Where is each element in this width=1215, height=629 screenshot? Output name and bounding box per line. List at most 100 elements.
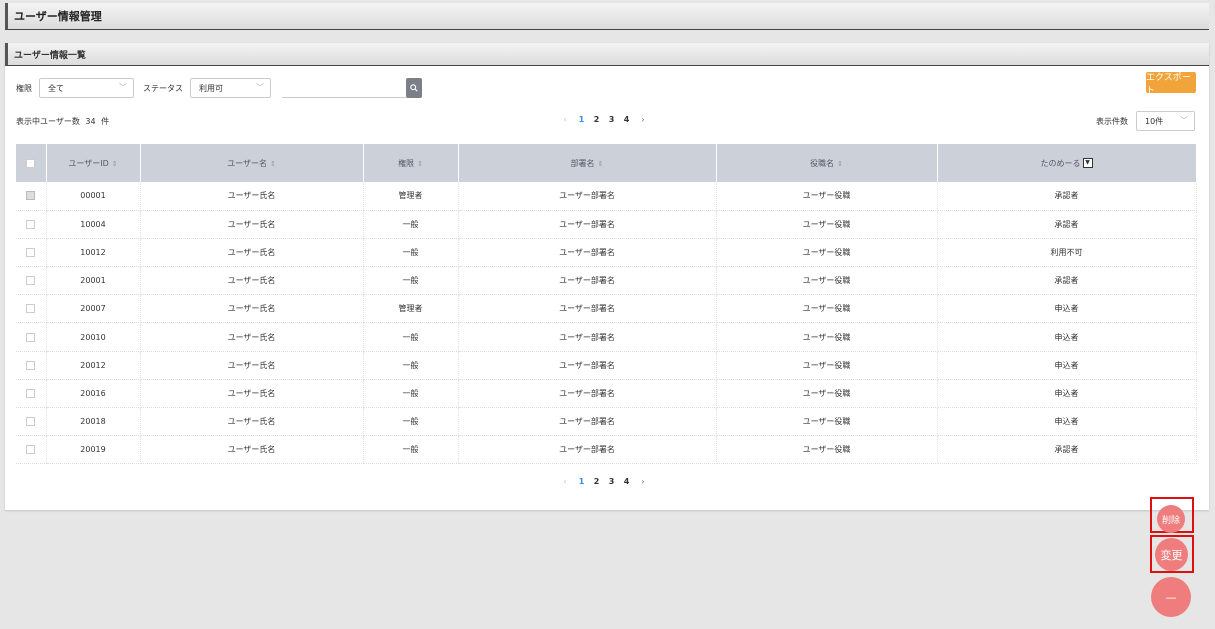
per-page-value: 10件 [1145,117,1164,126]
page-header: ユーザー情報管理 [5,3,1209,30]
sort-icon: ⇕ [269,159,276,168]
status-select-value: 利用可 [199,84,223,93]
table-row[interactable]: 10012 ユーザー氏名 一般 ユーザー部署名 ユーザー役職 利用不可 [16,238,1197,268]
role-cell: 一般 [363,238,459,268]
row-checkbox[interactable] [26,388,36,398]
row-checkbox[interactable] [26,219,36,229]
user-name-cell: ユーザー氏名 [140,351,364,380]
delete-button[interactable]: 削除 [1157,505,1185,533]
col-user-id-label: ユーザーID [68,158,109,168]
role-cell: 一般 [363,351,459,380]
select-all-cell [16,144,47,182]
col-role-label: 権限 [398,158,415,168]
table-row[interactable]: 20019 ユーザー氏名 一般 ユーザー部署名 ユーザー役職 承認者 [16,435,1197,465]
sort-icon: ⇕ [597,159,604,168]
row-select-cell [16,322,47,352]
menu-fab-button[interactable]: — [1151,577,1191,617]
select-all-checkbox[interactable] [26,158,36,168]
department-cell: ユーザー部署名 [458,210,717,239]
page-2[interactable]: 2 [589,477,604,486]
prev-page-button[interactable]: ‹ [556,115,574,124]
col-user-name-label: ユーザー名 [227,158,267,168]
user-id-cell: 20016 [46,379,141,409]
edit-button[interactable]: 変更 [1155,538,1188,571]
page-3[interactable]: 3 [604,477,619,486]
col-role[interactable]: 権限 ⇕ [363,144,459,182]
user-count-label: 表示中ユーザー数 [16,117,80,126]
table-row[interactable]: 10004 ユーザー氏名 一般 ユーザー部署名 ユーザー役職 承認者 [16,210,1197,239]
page-2[interactable]: 2 [589,115,604,124]
col-position[interactable]: 役職名 ⇕ [716,144,938,182]
row-checkbox[interactable] [26,191,36,201]
row-select-cell [16,294,47,324]
per-page-select[interactable]: 10件 ﹀ [1136,111,1195,131]
next-page-button[interactable]: › [634,115,652,124]
role-cell: 一般 [363,435,459,465]
tanomeru-cell: 承認者 [937,182,1197,211]
page-1[interactable]: 1 [574,477,589,486]
search-input[interactable] [282,82,406,98]
row-select-cell [16,182,47,211]
tanomeru-cell: 承認者 [937,210,1197,239]
position-cell: ユーザー役職 [716,294,938,324]
user-name-cell: ユーザー氏名 [140,322,364,352]
user-count-unit: 件 [101,117,110,126]
tanomeru-cell: 利用不可 [937,238,1197,268]
user-name-cell: ユーザー氏名 [140,294,364,324]
chevron-down-icon: ﹀ [1180,116,1188,125]
department-cell: ユーザー部署名 [458,322,717,352]
row-checkbox[interactable] [26,360,36,370]
page-3[interactable]: 3 [604,115,619,124]
row-checkbox[interactable] [26,417,36,427]
table-row[interactable]: 20007 ユーザー氏名 管理者 ユーザー部署名 ユーザー役職 申込者 [16,294,1197,324]
row-checkbox[interactable] [26,304,36,314]
user-list-panel: ユーザー情報一覧 権限 全て ﹀ ステータス 利用可 ﹀ エクスポート 表示中ユ… [5,43,1209,510]
page-title: ユーザー情報管理 [14,10,102,23]
status-select[interactable]: 利用可 ﹀ [190,78,271,98]
search-button[interactable] [406,78,422,98]
prev-page-button[interactable]: ‹ [556,477,574,486]
table-row[interactable]: 20012 ユーザー氏名 一般 ユーザー部署名 ユーザー役職 申込者 [16,351,1197,380]
position-cell: ユーザー役職 [716,210,938,239]
authority-select[interactable]: 全て ﹀ [39,78,134,98]
col-user-id[interactable]: ユーザーID ⇕ [46,144,141,182]
user-id-cell: 10012 [46,238,141,268]
row-checkbox[interactable] [26,247,36,257]
pagination-top: ‹ 1 2 3 4 › [556,115,652,124]
user-id-cell: 20019 [46,435,141,465]
table-row[interactable]: 20016 ユーザー氏名 一般 ユーザー部署名 ユーザー役職 申込者 [16,379,1197,409]
department-cell: ユーザー部署名 [458,294,717,324]
tanomeru-cell: 申込者 [937,407,1197,437]
table-row[interactable]: 20018 ユーザー氏名 一般 ユーザー部署名 ユーザー役職 申込者 [16,407,1197,437]
row-select-cell [16,266,47,296]
export-button[interactable]: エクスポート [1146,72,1196,96]
sort-icon: ⇕ [111,159,118,168]
role-cell: 一般 [363,407,459,437]
position-cell: ユーザー役職 [716,266,938,296]
user-table: ユーザーID ⇕ ユーザー名 ⇕ 権限 ⇕ 部署名 ⇕ 役職名 ⇕ たのめーる ▼ 0000… [16,144,1197,465]
user-count: 表示中ユーザー数 34 件 [16,116,112,127]
tanomeru-cell: 申込者 [937,294,1197,324]
page-1[interactable]: 1 [574,115,589,124]
page-4[interactable]: 4 [619,115,634,124]
next-page-button[interactable]: › [634,477,652,486]
user-name-cell: ユーザー氏名 [140,238,364,268]
row-checkbox[interactable] [26,276,36,286]
page-4[interactable]: 4 [619,477,634,486]
table-row[interactable]: 20010 ユーザー氏名 一般 ユーザー部署名 ユーザー役職 申込者 [16,322,1197,352]
tanomeru-cell: 承認者 [937,266,1197,296]
user-name-cell: ユーザー氏名 [140,210,364,239]
tanomeru-cell: 承認者 [937,435,1197,465]
role-cell: 一般 [363,210,459,239]
filter-dropdown-icon[interactable]: ▼ [1082,158,1093,168]
table-row[interactable]: 20001 ユーザー氏名 一般 ユーザー部署名 ユーザー役職 承認者 [16,266,1197,296]
col-department-label: 部署名 [570,158,595,168]
table-row[interactable]: 00001 ユーザー氏名 管理者 ユーザー部署名 ユーザー役職 承認者 [16,182,1197,211]
col-user-name[interactable]: ユーザー名 ⇕ [140,144,364,182]
row-checkbox[interactable] [26,445,36,455]
department-cell: ユーザー部署名 [458,407,717,437]
col-department[interactable]: 部署名 ⇕ [458,144,717,182]
col-tanomeru[interactable]: たのめーる ▼ [937,144,1197,182]
row-checkbox[interactable] [26,332,36,342]
tanomeru-cell: 申込者 [937,351,1197,380]
